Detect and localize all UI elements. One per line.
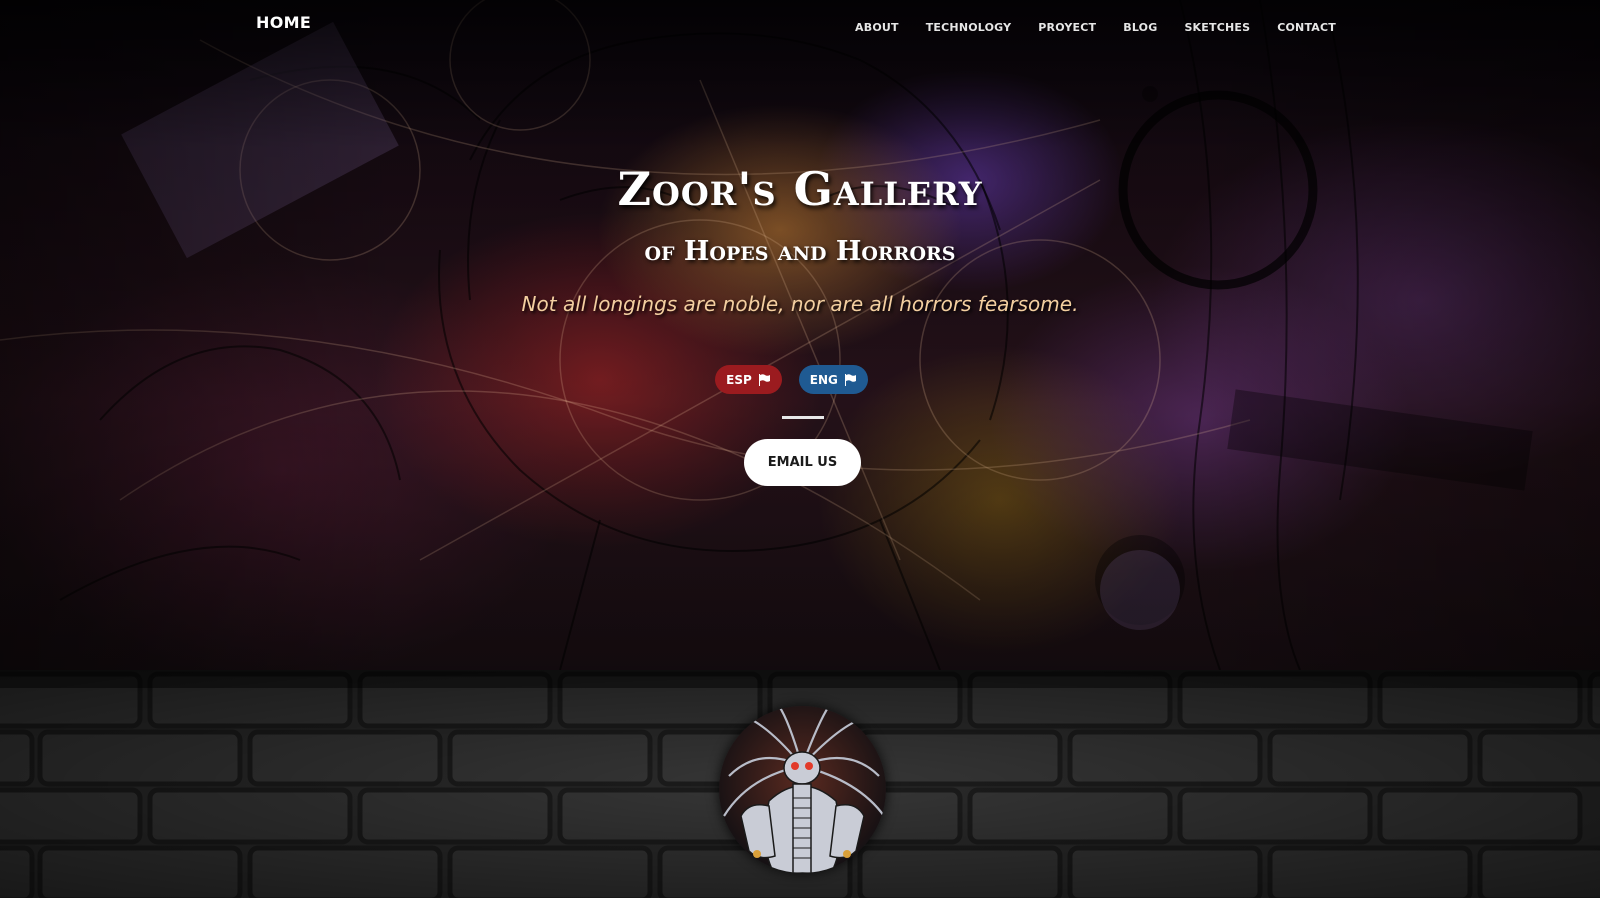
nav-item-proyect: PROYECT (1038, 16, 1096, 35)
site-title: Zoor's Gallery (617, 162, 983, 216)
proyect-link[interactable]: PROYECT (1038, 21, 1096, 34)
email-us-button[interactable]: EMAIL US (744, 439, 861, 486)
site-subtitle: of Hopes and Horrors (644, 236, 956, 267)
nav-item-technology: TECHNOLOGY (926, 16, 1012, 35)
contact-link[interactable]: CONTACT (1277, 21, 1336, 34)
sketches-link[interactable]: SKETCHES (1184, 21, 1250, 34)
language-esp-button[interactable]: ESP (715, 365, 782, 394)
site-tagline: Not all longings are noble, nor are all … (521, 292, 1079, 316)
nav-menu: ABOUT TECHNOLOGY PROYECT BLOG SKETCHES C… (855, 16, 1336, 35)
top-navbar: HOME ABOUT TECHNOLOGY PROYECT BLOG SKETC… (0, 0, 1600, 46)
language-esp-label: ESP (726, 372, 752, 387)
hero-content: Zoor's Gallery of Hopes and Horrors Not … (0, 0, 1600, 670)
language-eng-button[interactable]: ENG (798, 365, 868, 394)
blog-link[interactable]: BLOG (1123, 21, 1157, 34)
language-eng-label: ENG (809, 372, 838, 387)
technology-link[interactable]: TECHNOLOGY (926, 21, 1012, 34)
flag-icon (844, 373, 857, 386)
page: HOME ABOUT TECHNOLOGY PROYECT BLOG SKETC… (0, 0, 1600, 898)
home-link[interactable]: HOME (256, 13, 311, 32)
section-divider (782, 416, 824, 419)
nav-item-sketches: SKETCHES (1184, 16, 1250, 35)
language-switcher: ESP ENG (0, 365, 1600, 394)
about-link[interactable]: ABOUT (855, 21, 899, 34)
flag-icon (758, 373, 771, 386)
robot-creature-portrait[interactable] (719, 706, 886, 873)
robot-creature-icon (719, 706, 886, 873)
nav-item-contact: CONTACT (1277, 16, 1336, 35)
nav-item-about: ABOUT (855, 16, 899, 35)
nav-item-blog: BLOG (1123, 16, 1157, 35)
